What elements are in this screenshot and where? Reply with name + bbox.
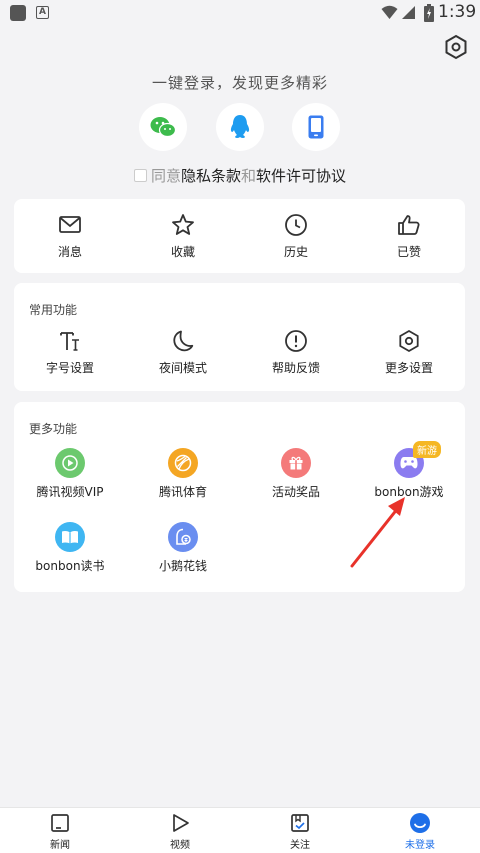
- moon-icon: [173, 330, 194, 352]
- tencent-video-vip-label: 腾讯视频VIP: [36, 485, 104, 499]
- nav-profile-label: 未登录: [405, 840, 435, 851]
- event-prizes-button[interactable]: 活动奖品: [240, 448, 352, 500]
- bottom-nav: 新闻 视频 关注 未登录: [0, 807, 480, 853]
- clock-icon: [285, 214, 307, 236]
- license-link[interactable]: 软件许可协议: [256, 167, 346, 185]
- phone-icon: [308, 115, 324, 139]
- message-button[interactable]: 消息: [14, 212, 126, 260]
- liked-button[interactable]: 已赞: [353, 212, 465, 260]
- common-functions-card: 常用功能 字号设置 夜间模式 帮助反馈 更多设置: [14, 283, 465, 391]
- night-mode-button[interactable]: 夜间模式: [127, 328, 239, 376]
- signal-icon: [402, 6, 415, 19]
- help-feedback-label: 帮助反馈: [271, 361, 320, 375]
- message-label: 消息: [57, 245, 82, 259]
- bonbon-games-button[interactable]: bonbon游戏: [353, 448, 465, 500]
- wifi-icon: [381, 5, 398, 19]
- nav-profile[interactable]: 未登录: [380, 812, 460, 851]
- night-mode-label: 夜间模式: [158, 361, 207, 375]
- history-label: 历史: [283, 245, 308, 259]
- a-notification-icon: A: [36, 6, 49, 19]
- nav-news-label: 新闻: [50, 840, 70, 851]
- nav-follow[interactable]: 关注: [260, 812, 340, 851]
- gift-icon: [281, 448, 311, 478]
- nav-video-label: 视频: [170, 840, 190, 851]
- nav-follow-label: 关注: [290, 840, 310, 851]
- liked-label: 已赞: [396, 245, 421, 259]
- font-size-button[interactable]: 字号设置: [14, 328, 126, 376]
- status-time: 1:39: [438, 2, 477, 22]
- book-icon: [55, 522, 85, 552]
- nav-news[interactable]: 新闻: [20, 812, 100, 851]
- more-functions-card: 更多功能 腾讯视频VIP 腾讯体育 活动奖品 bonbon游戏 bonbon读书: [14, 402, 465, 592]
- wechat-icon: [150, 117, 176, 138]
- new-game-badge: 新游: [413, 441, 441, 458]
- status-bar: A 1:39: [0, 0, 480, 26]
- quick-actions-card: 消息 收藏 历史 已赞: [14, 199, 465, 273]
- event-prizes-label: 活动奖品: [271, 485, 320, 499]
- agree-prefix: 同意: [150, 167, 181, 185]
- xiaoe-spending-button[interactable]: 小鹅花钱: [127, 522, 239, 574]
- history-button[interactable]: 历史: [240, 212, 352, 260]
- tencent-sports-label: 腾讯体育: [158, 485, 207, 499]
- qq-login-button[interactable]: [216, 103, 264, 151]
- wallet-icon: [168, 522, 198, 552]
- follow-icon: [291, 814, 309, 832]
- xiaoe-spending-label: 小鹅花钱: [158, 559, 207, 573]
- login-methods: [0, 103, 480, 151]
- message-icon: [59, 216, 81, 233]
- settings-icon: [399, 329, 419, 353]
- qq-icon: [230, 115, 250, 138]
- more-settings-label: 更多设置: [384, 361, 433, 375]
- common-functions-title: 常用功能: [29, 303, 78, 317]
- app-square-icon: [10, 5, 26, 21]
- play-icon: [173, 814, 189, 832]
- nav-video[interactable]: 视频: [140, 812, 220, 851]
- help-feedback-button[interactable]: 帮助反馈: [240, 328, 352, 376]
- more-functions-title: 更多功能: [29, 422, 78, 436]
- privacy-link[interactable]: 隐私条款: [181, 167, 241, 185]
- thumbs-up-icon: [398, 215, 420, 235]
- favorites-button[interactable]: 收藏: [127, 212, 239, 260]
- hexagon-settings-icon[interactable]: [443, 34, 469, 60]
- wechat-login-button[interactable]: [139, 103, 187, 151]
- tencent-video-icon: [55, 448, 85, 478]
- news-icon: [51, 814, 69, 832]
- bonbon-reading-button[interactable]: bonbon读书: [14, 522, 126, 574]
- more-settings-button[interactable]: 更多设置: [353, 328, 465, 376]
- bonbon-reading-label: bonbon读书: [35, 559, 105, 573]
- profile-icon: [410, 813, 430, 833]
- agreement-row: 同意隐私条款和软件许可协议: [0, 165, 480, 186]
- bonbon-games-label: bonbon游戏: [374, 485, 444, 499]
- phone-login-button[interactable]: [292, 103, 340, 151]
- login-title: 一键登录，发现更多精彩: [151, 74, 328, 92]
- tencent-video-vip-button[interactable]: 腾讯视频VIP: [14, 448, 126, 500]
- battery-icon: [424, 4, 434, 22]
- favorites-label: 收藏: [170, 245, 195, 259]
- sports-ball-icon: [168, 448, 198, 478]
- tencent-sports-button[interactable]: 腾讯体育: [127, 448, 239, 500]
- agree-checkbox[interactable]: [133, 169, 147, 182]
- font-size-icon: [60, 332, 79, 351]
- font-size-label: 字号设置: [45, 361, 94, 375]
- star-icon: [172, 214, 194, 235]
- agree-and: 和: [241, 167, 257, 185]
- help-icon: [285, 330, 307, 352]
